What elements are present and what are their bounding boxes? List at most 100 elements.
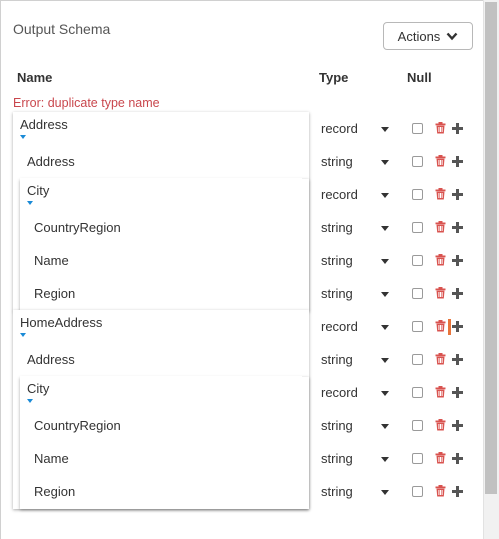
type-select-value[interactable]: record [321,319,358,334]
type-select-value[interactable]: string [321,220,353,235]
type-select-value[interactable]: string [321,286,353,301]
record-name-label: Address [20,117,68,132]
plus-icon[interactable] [452,319,463,337]
type-dropdown-caret-icon[interactable] [381,325,389,330]
trash-icon[interactable] [435,154,446,172]
trash-icon[interactable] [435,220,446,238]
trash-icon[interactable] [435,319,446,337]
plus-icon[interactable] [452,286,463,304]
type-select-value[interactable]: string [321,418,353,433]
schema-row: Name string [13,244,475,277]
type-dropdown-caret-icon[interactable] [381,193,389,198]
field-name[interactable]: Name [34,451,69,466]
plus-icon[interactable] [452,253,463,271]
schema-row: CountryRegion string [13,409,475,442]
panel-title: Output Schema [13,21,111,37]
type-dropdown-caret-icon[interactable] [381,127,389,132]
null-checkbox[interactable] [412,453,423,464]
schema-row: Region string [13,277,475,310]
schema-row: Name string [13,442,475,475]
field-name[interactable]: Region [34,286,75,301]
column-header-null: Null [407,70,432,85]
type-select-value[interactable]: string [321,154,353,169]
null-checkbox[interactable] [412,387,423,398]
null-checkbox[interactable] [412,354,423,365]
field-name[interactable]: Region [34,484,75,499]
plus-icon[interactable] [452,352,463,370]
column-header-type: Type [319,70,349,85]
actions-button[interactable]: Actions [383,22,473,50]
plus-icon[interactable] [452,154,463,172]
record-name-field[interactable]: HomeAddress [13,310,309,340]
trash-icon[interactable] [435,187,446,205]
type-select-value[interactable]: string [321,451,353,466]
null-checkbox[interactable] [412,486,423,497]
expand-caret-icon[interactable] [27,399,33,403]
plus-icon[interactable] [452,121,463,139]
trash-icon[interactable] [435,385,446,403]
plus-icon[interactable] [452,418,463,436]
field-name[interactable]: Address [27,352,75,367]
expand-caret-icon[interactable] [20,333,26,337]
plus-icon[interactable] [452,385,463,403]
chevron-down-icon [446,32,458,40]
type-dropdown-caret-icon[interactable] [381,424,389,429]
focus-marker [448,319,451,335]
type-select-value[interactable]: record [321,121,358,136]
trash-icon[interactable] [435,418,446,436]
schema-row: City record [13,178,475,211]
null-checkbox[interactable] [412,255,423,266]
trash-icon[interactable] [435,484,446,502]
schema-row: HomeAddress record [13,310,475,343]
schema-row: Address record [13,112,475,145]
type-select-value[interactable]: record [321,187,358,202]
plus-icon[interactable] [452,484,463,502]
null-checkbox[interactable] [412,222,423,233]
record-name-field[interactable]: Address [13,112,309,142]
schema-row: Address string [13,343,475,376]
plus-icon[interactable] [452,187,463,205]
schema-row: City record [13,376,475,409]
schema-row: CountryRegion string [13,211,475,244]
record-name-label: City [27,183,50,198]
column-header-name: Name [17,70,53,85]
null-checkbox[interactable] [412,156,423,167]
field-name[interactable]: CountryRegion [34,418,121,433]
type-dropdown-caret-icon[interactable] [381,259,389,264]
field-name[interactable]: CountryRegion [34,220,121,235]
type-select-value[interactable]: record [321,385,358,400]
trash-icon[interactable] [435,451,446,469]
field-name[interactable]: Name [34,253,69,268]
null-checkbox[interactable] [412,288,423,299]
output-schema-panel: Output Schema Actions Name Type Null Err… [0,0,497,539]
type-select-value[interactable]: string [321,253,353,268]
type-dropdown-caret-icon[interactable] [381,490,389,495]
trash-icon[interactable] [435,253,446,271]
plus-icon[interactable] [452,220,463,238]
trash-icon[interactable] [435,286,446,304]
trash-icon[interactable] [435,121,446,139]
record-name-field[interactable]: City [20,178,302,208]
type-select-value[interactable]: string [321,352,353,367]
record-name-field[interactable]: City [20,376,302,406]
schema-row: Region string [13,475,475,508]
type-dropdown-caret-icon[interactable] [381,292,389,297]
type-dropdown-caret-icon[interactable] [381,391,389,396]
type-dropdown-caret-icon[interactable] [381,160,389,165]
error-message: Error: duplicate type name [13,96,160,110]
null-checkbox[interactable] [412,189,423,200]
type-dropdown-caret-icon[interactable] [381,457,389,462]
scrollbar-thumb[interactable] [485,2,497,494]
null-checkbox[interactable] [412,321,423,332]
null-checkbox[interactable] [412,123,423,134]
type-dropdown-caret-icon[interactable] [381,226,389,231]
null-checkbox[interactable] [412,420,423,431]
field-name[interactable]: Address [27,154,75,169]
expand-caret-icon[interactable] [20,135,26,139]
trash-icon[interactable] [435,352,446,370]
plus-icon[interactable] [452,451,463,469]
type-select-value[interactable]: string [321,484,353,499]
type-dropdown-caret-icon[interactable] [381,358,389,363]
schema-row: Address string [13,145,475,178]
expand-caret-icon[interactable] [27,201,33,205]
